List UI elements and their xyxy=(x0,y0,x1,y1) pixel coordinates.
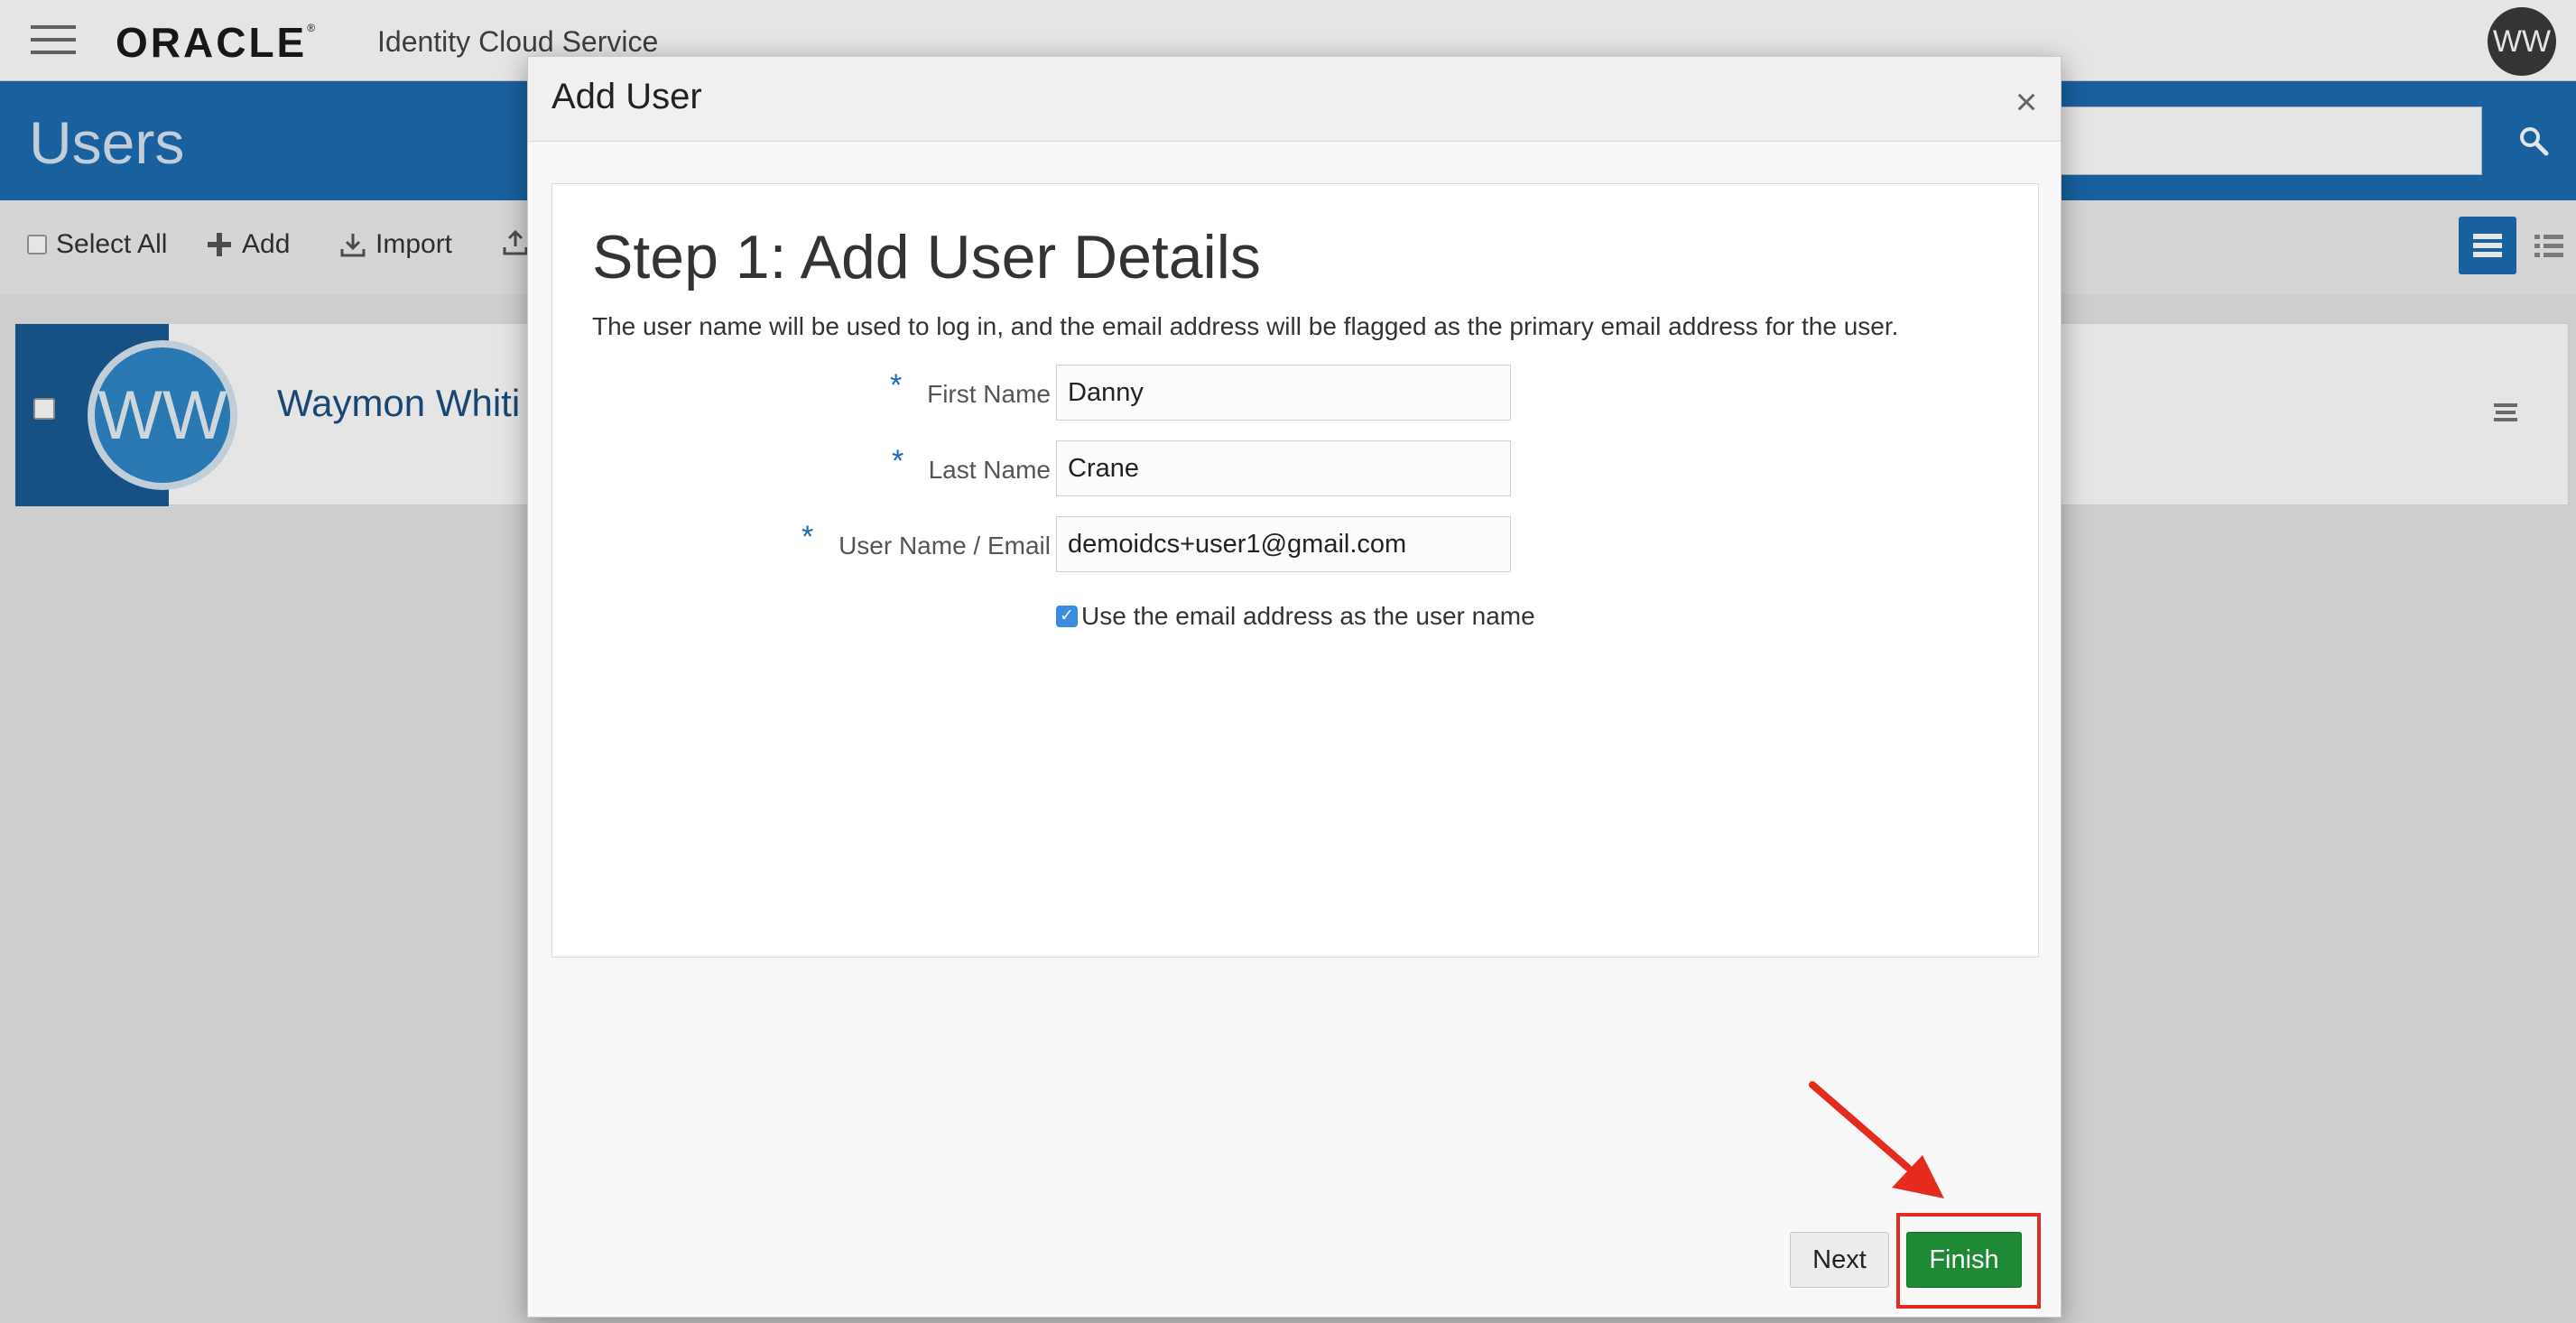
user-name-email-row: * User Name / Email xyxy=(552,516,2040,572)
step-panel: Step 1: Add User Details The user name w… xyxy=(551,183,2039,958)
first-name-field[interactable] xyxy=(1056,365,1511,421)
first-name-label: First Name xyxy=(927,380,1051,408)
required-indicator: * xyxy=(890,368,903,402)
required-indicator: * xyxy=(892,444,904,478)
step-description: The user name will be used to log in, an… xyxy=(592,312,1899,340)
user-name-email-label: User Name / Email xyxy=(839,532,1051,560)
step-title: Step 1: Add User Details xyxy=(592,223,1261,291)
last-name-field[interactable] xyxy=(1056,440,1511,496)
user-name-email-field[interactable] xyxy=(1056,516,1511,572)
dialog-header: Add User × xyxy=(528,57,2061,142)
highlight-box xyxy=(1896,1213,2041,1309)
red-arrow-icon xyxy=(1809,1081,1944,1198)
close-icon[interactable]: × xyxy=(2008,83,2044,121)
first-name-row: * First Name xyxy=(552,365,2040,421)
checkbox-checked-icon[interactable]: ✓ xyxy=(1056,606,1078,627)
use-email-checkbox-label[interactable]: Use the email address as the user name xyxy=(1081,602,1535,631)
use-email-checkbox-row[interactable]: ✓ Use the email address as the user name xyxy=(1056,602,1535,631)
next-button[interactable]: Next xyxy=(1790,1232,1889,1288)
last-name-row: * Last Name xyxy=(552,440,2040,496)
dialog-title: Add User xyxy=(551,77,702,116)
required-indicator: * xyxy=(802,520,814,554)
last-name-label: Last Name xyxy=(928,456,1051,484)
